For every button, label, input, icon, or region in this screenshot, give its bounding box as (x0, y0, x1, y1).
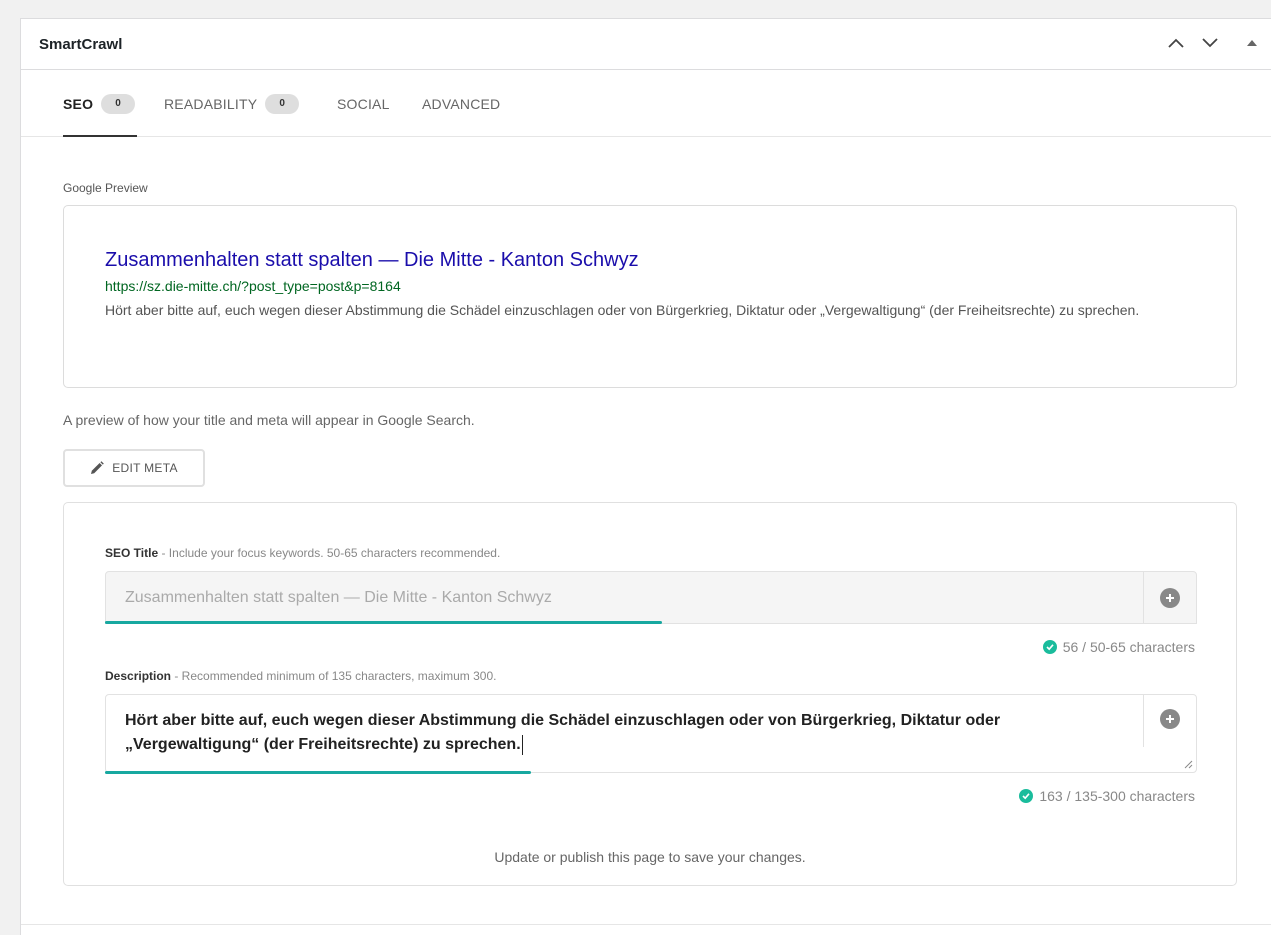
seo-title-help: - Include your focus keywords. 50-65 cha… (158, 546, 501, 560)
seo-title-count-text: 56 / 50-65 characters (1062, 639, 1195, 655)
seo-title-progress (105, 621, 662, 624)
tab-count-badge: 0 (265, 94, 300, 114)
tab-label: SEO (63, 96, 94, 112)
resize-handle-icon[interactable] (1184, 760, 1193, 769)
seo-title-label: SEO Title - Include your focus keywords.… (105, 546, 500, 560)
smartcrawl-metabox: SmartCrawl SEO 0 READABILITY 0 SOCIAL AD… (20, 18, 1271, 935)
metabox-title: SmartCrawl (39, 36, 123, 53)
preview-title: Zusammenhalten statt spalten — Die Mitte… (105, 249, 639, 271)
preview-description: Hört aber bitte auf, euch wegen dieser A… (105, 302, 1140, 318)
google-preview-label: Google Preview (63, 181, 148, 195)
description-label-strong: Description (105, 669, 172, 683)
tab-advanced[interactable]: ADVANCED (422, 71, 500, 137)
meta-editor: SEO Title - Include your focus keywords.… (63, 502, 1237, 886)
seo-title-label-strong: SEO Title (105, 546, 159, 560)
description-textarea[interactable]: Hört aber bitte auf, euch wegen dieser A… (105, 694, 1197, 773)
tab-label: SOCIAL (337, 96, 390, 112)
move-down-button[interactable] (1200, 33, 1220, 53)
check-circle-icon (1019, 789, 1034, 803)
tab-readability[interactable]: READABILITY 0 (164, 71, 300, 137)
description-label: Description - Recommended minimum of 135… (105, 669, 496, 683)
insert-variable-button[interactable] (1160, 588, 1180, 608)
triangle-up-icon (1247, 40, 1257, 46)
metabox-header: SmartCrawl (21, 19, 1271, 70)
description-value: Hört aber bitte auf, euch wegen dieser A… (125, 709, 1125, 757)
plus-circle-icon (1166, 715, 1174, 723)
pencil-icon (91, 461, 104, 474)
active-tab-indicator (63, 135, 137, 137)
move-up-button[interactable] (1166, 33, 1186, 53)
tab-bar: SEO 0 READABILITY 0 SOCIAL ADVANCED (21, 71, 1271, 137)
chevron-down-icon (1202, 38, 1218, 48)
description-counter: 163 / 135-300 characters (1019, 788, 1195, 804)
preview-url: https://sz.die-mitte.ch/?post_type=post&… (105, 278, 401, 294)
preview-hint: A preview of how your title and meta wil… (63, 412, 475, 428)
tab-label: READABILITY (164, 96, 258, 112)
description-progress (105, 771, 531, 774)
google-preview: Zusammenhalten statt spalten — Die Mitte… (63, 205, 1237, 388)
toggle-panel-button[interactable] (1242, 33, 1262, 53)
save-note: Update or publish this page to save your… (494, 849, 806, 865)
metabox-bottom-border (21, 924, 1271, 925)
chevron-up-icon (1168, 38, 1184, 48)
tab-seo[interactable]: SEO 0 (63, 71, 136, 137)
edit-meta-label: EDIT META (112, 461, 178, 475)
description-help: - Recommended minimum of 135 characters,… (171, 669, 497, 683)
tab-label: ADVANCED (422, 96, 501, 112)
edit-meta-button[interactable]: EDIT META (63, 449, 205, 487)
plus-circle-icon (1166, 594, 1174, 602)
description-count-text: 163 / 135-300 characters (1039, 788, 1195, 804)
check-circle-icon (1042, 640, 1057, 654)
seo-title-input[interactable]: Zusammenhalten statt spalten — Die Mitte… (105, 571, 1197, 624)
insert-variable-button[interactable] (1160, 709, 1180, 729)
input-addon-divider (1143, 572, 1144, 623)
seo-title-counter: 56 / 50-65 characters (1042, 639, 1195, 655)
tab-social[interactable]: SOCIAL (337, 71, 390, 137)
input-addon-divider (1143, 695, 1144, 747)
tab-count-badge: 0 (101, 94, 136, 114)
seo-title-placeholder: Zusammenhalten statt spalten — Die Mitte… (125, 589, 552, 606)
